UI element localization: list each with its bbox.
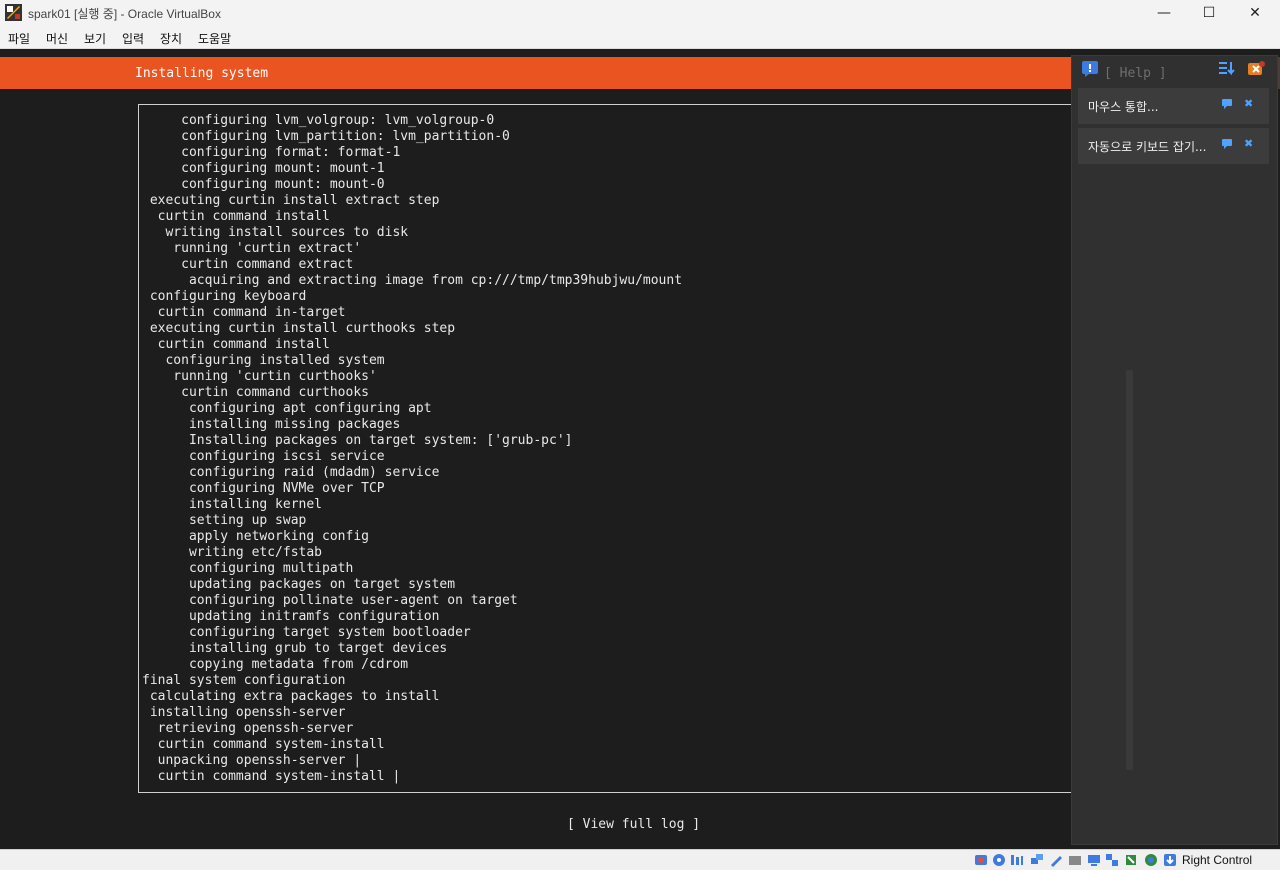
notification-keyboard-capture[interactable]: 자동으로 키보드 잡기... ✖ [1078, 128, 1269, 164]
log-line: configuring target system bootloader [142, 625, 471, 640]
log-line: configuring mount: mount-1 [142, 161, 385, 176]
log-line: configuring multipath [142, 561, 354, 576]
notification-close-icon[interactable]: ✖ [1244, 97, 1253, 110]
notification-scrollbar[interactable] [1126, 370, 1133, 770]
notification-help-icon[interactable] [1221, 98, 1233, 110]
audio-icon[interactable] [1010, 853, 1024, 867]
minimize-button[interactable]: — [1141, 0, 1187, 26]
log-line: running 'curtin extract' [142, 241, 362, 256]
notification-center-icon[interactable] [1081, 60, 1099, 78]
log-line: updating packages on target system [142, 577, 456, 592]
log-line: installing missing packages [142, 417, 401, 432]
view-full-log-button[interactable]: [ View full log ] [567, 817, 700, 832]
log-line: unpacking openssh-server | [142, 753, 362, 768]
optical-drive-icon[interactable] [974, 853, 988, 867]
clear-notifications-icon[interactable] [1247, 60, 1265, 78]
installer-help-button[interactable]: [ Help ] [1104, 66, 1167, 81]
video-capture-icon[interactable] [1105, 853, 1119, 867]
log-line: writing etc/fstab [142, 545, 323, 560]
log-line: final system configuration [142, 673, 346, 688]
close-button[interactable]: ✕ [1232, 0, 1278, 26]
log-line: Installing packages on target system: ['… [142, 433, 573, 448]
log-line: installing kernel [142, 497, 323, 512]
log-line: configuring installed system [142, 353, 385, 368]
menu-file[interactable]: 파일 [8, 30, 30, 47]
log-line: setting up swap [142, 513, 307, 528]
notification-close-icon[interactable]: ✖ [1244, 137, 1253, 150]
log-line: calculating extra packages to install [142, 689, 440, 704]
log-line: running 'curtin curthooks' [142, 369, 377, 384]
notification-mouse-integration[interactable]: 마우스 통합... ✖ [1078, 88, 1269, 124]
log-line: curtin command extract [142, 257, 354, 272]
log-line: curtin command in-target [142, 305, 346, 320]
menu-input[interactable]: 입력 [122, 30, 144, 47]
log-line: configuring lvm_partition: lvm_partition… [142, 129, 510, 144]
notification-help-icon[interactable] [1221, 138, 1233, 150]
menu-help[interactable]: 도움말 [198, 30, 231, 47]
log-line: executing curtin install curthooks step [142, 321, 456, 336]
log-line: installing grub to target devices [142, 641, 448, 656]
menu-bar: 파일 머신 보기 입력 장치 도움말 [0, 26, 1280, 49]
menu-view[interactable]: 보기 [84, 30, 106, 47]
host-key-label[interactable]: Right Control [1182, 853, 1252, 867]
sort-order-icon[interactable] [1218, 60, 1236, 78]
log-line: configuring mount: mount-0 [142, 177, 385, 192]
window-titlebar[interactable]: spark01 [실행 중] - Oracle VirtualBox — ☐ ✕ [0, 0, 1280, 26]
notification-center-panel [1071, 55, 1278, 845]
close-icon: ✕ [1249, 5, 1261, 21]
minimize-icon: — [1157, 5, 1171, 21]
log-line: configuring NVMe over TCP [142, 481, 385, 496]
usb-icon[interactable] [1049, 853, 1063, 867]
keyboard-capture-icon[interactable] [1163, 853, 1177, 867]
log-line: configuring iscsi service [142, 449, 385, 464]
log-line: updating initramfs configuration [142, 609, 440, 624]
status-bar: Right Control [0, 849, 1280, 870]
log-line: copying metadata from /cdrom [142, 657, 409, 672]
log-line: retrieving openssh-server [142, 721, 354, 736]
window-title: spark01 [실행 중] - Oracle VirtualBox [28, 7, 221, 21]
log-line: configuring pollinate user-agent on targ… [142, 593, 518, 608]
log-line: curtin command install [142, 209, 330, 224]
display-icon[interactable] [1087, 853, 1101, 867]
notification-text: 마우스 통합... [1088, 100, 1159, 114]
cd-icon[interactable] [992, 853, 1006, 867]
menu-machine[interactable]: 머신 [46, 30, 68, 47]
installer-header: Installing system [0, 57, 1071, 89]
log-line: writing install sources to disk [142, 225, 409, 240]
vt-icon[interactable] [1144, 853, 1158, 867]
log-line: apply networking config [142, 529, 369, 544]
log-line: acquiring and extracting image from cp:/… [142, 273, 683, 288]
virtualbox-app-icon [5, 4, 22, 21]
menu-devices[interactable]: 장치 [160, 30, 182, 47]
notification-text: 자동으로 키보드 잡기... [1088, 140, 1207, 154]
log-line: curtin command system-install | [142, 769, 401, 784]
installer-title: Installing system [135, 66, 269, 81]
log-line: curtin command install [142, 337, 330, 352]
cpu-icon[interactable] [1124, 853, 1138, 867]
log-line: configuring lvm_volgroup: lvm_volgroup-0 [142, 113, 495, 128]
maximize-icon: ☐ [1202, 5, 1216, 21]
log-line: installing openssh-server [142, 705, 346, 720]
log-line: configuring format: format-1 [142, 145, 401, 160]
log-line: curtin command system-install [142, 737, 385, 752]
shared-folders-icon[interactable] [1068, 853, 1082, 867]
log-line: configuring apt configuring apt [142, 401, 432, 416]
log-line: configuring keyboard [142, 289, 307, 304]
log-line: executing curtin install extract step [142, 193, 440, 208]
maximize-button[interactable]: ☐ [1186, 0, 1232, 26]
log-line: configuring raid (mdadm) service [142, 465, 440, 480]
log-line: curtin command curthooks [142, 385, 369, 400]
network-icon[interactable] [1030, 853, 1044, 867]
